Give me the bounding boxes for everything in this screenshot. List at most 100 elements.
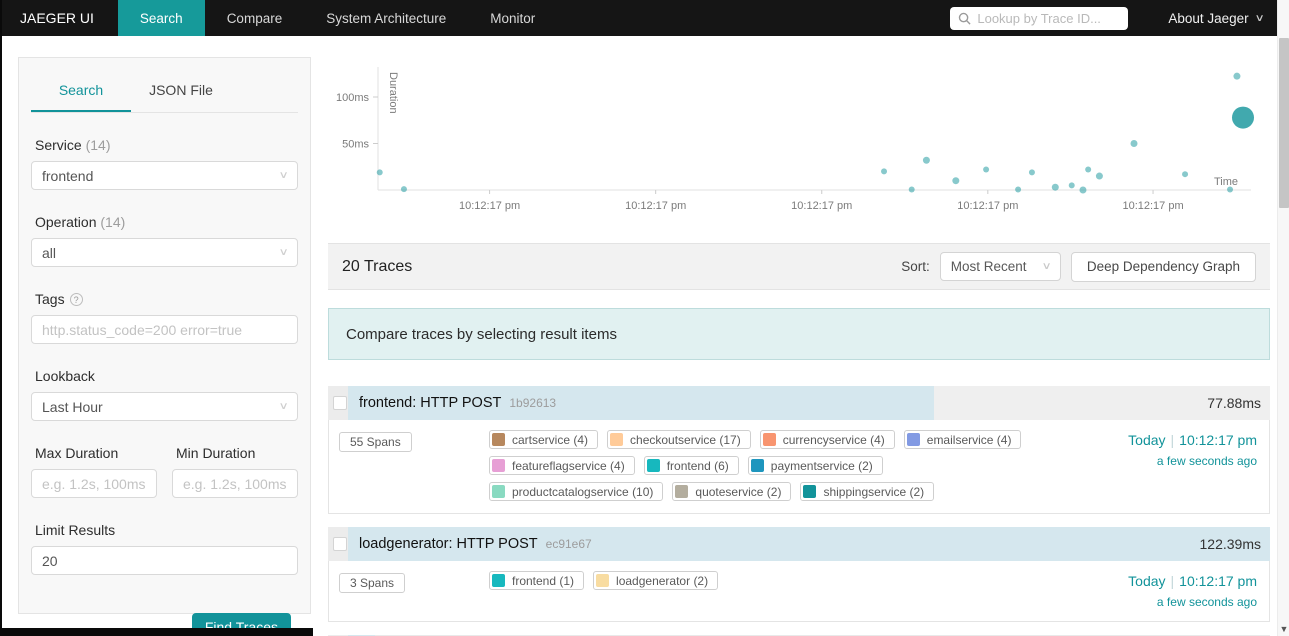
trace-header[interactable]: frontend: HTTP POST 1b92613 77.88ms: [328, 386, 1270, 420]
trace-id: 1b92613: [509, 396, 557, 410]
service-chip: quoteservice (2): [672, 482, 792, 501]
trace-time-link[interactable]: 10:12:17 pm: [1179, 432, 1257, 448]
trace-title: loadgenerator: HTTP POST ec91e67: [359, 527, 592, 561]
search-sidebar: Search JSON File Service (14) frontend ∨…: [18, 57, 311, 636]
scroll-down-arrow-icon[interactable]: ▼: [1278, 624, 1289, 634]
trace-select-checkbox[interactable]: [333, 537, 347, 551]
tab-search[interactable]: Search: [31, 72, 131, 112]
service-chip-label: shippingservice (2): [823, 484, 925, 499]
tags-input[interactable]: [42, 321, 287, 338]
max-duration-input[interactable]: [42, 475, 146, 492]
service-color-swatch: [596, 574, 610, 587]
trace-date-link[interactable]: Today: [1128, 573, 1165, 589]
service-chip: featureflagservice (4): [489, 456, 635, 475]
trace-scatter-point[interactable]: [908, 186, 915, 193]
trace-scatter-point[interactable]: [1130, 140, 1138, 147]
trace-scatter-point[interactable]: [1227, 186, 1234, 193]
service-chip-label: checkoutservice (17): [630, 432, 741, 447]
span-count-chip: 55 Spans: [339, 432, 412, 452]
window-frame-bottom: [0, 628, 313, 636]
operation-select[interactable]: all ∨: [31, 238, 298, 267]
service-color-swatch: [492, 459, 505, 472]
trace-header[interactable]: loadgenerator: HTTP POST ec91e67 122.39ms: [328, 527, 1270, 561]
trace-scatter-point[interactable]: [1232, 106, 1254, 129]
span-count-chip: 3 Spans: [339, 573, 406, 593]
scrollbar-thumb[interactable]: [1279, 38, 1289, 208]
nav-right: About Jaeger ∨: [950, 0, 1289, 36]
chevron-down-icon: ∨: [278, 401, 289, 412]
service-chip: checkoutservice (17): [607, 430, 751, 449]
chevron-down-icon: ∨: [278, 247, 289, 258]
trace-scatter-point[interactable]: [1095, 172, 1103, 180]
sort-label: Sort:: [901, 259, 930, 274]
service-color-swatch: [492, 433, 505, 446]
trace-date-col: Today | 10:12:17 pm a few seconds ago: [1128, 571, 1257, 609]
max-duration-field: [31, 469, 157, 498]
nav-item-compare[interactable]: Compare: [205, 0, 305, 36]
trace-date-link[interactable]: Today: [1128, 432, 1165, 448]
tags-label: Tags?: [35, 291, 298, 307]
scatter-plot-svg[interactable]: 100ms 50ms 10:12:17 pm 10:12:17 pm 10:12:17 …: [328, 55, 1270, 231]
compare-banner: Compare traces by selecting result items: [328, 308, 1270, 360]
trace-result-item[interactable]: loadgenerator: HTTP POST ec91e67 122.39ms 3…: [328, 527, 1270, 622]
app-brand[interactable]: JAEGER UI: [0, 0, 118, 36]
service-chip-area: frontend (1) loadgenerator (2): [489, 571, 1054, 609]
trace-scatter-point[interactable]: [922, 156, 930, 164]
service-color-swatch: [906, 433, 920, 446]
trace-scatter-point[interactable]: [1015, 186, 1022, 193]
service-chip-label: emailservice (4): [926, 432, 1012, 447]
lookback-select[interactable]: Last Hour ∨: [31, 392, 298, 421]
trace-scatter-point[interactable]: [1068, 182, 1075, 189]
trace-result-item[interactable]: frontend: HTTP POST 1b92613 77.88ms 55 Span…: [328, 386, 1270, 514]
trace-scatter-point[interactable]: [952, 177, 960, 185]
trace-body: 3 Spans frontend (1) loadgenerator (2) Toda…: [328, 561, 1270, 622]
trace-scatter-point[interactable]: [376, 169, 383, 176]
service-chip-label: frontend (6): [666, 458, 729, 473]
vertical-scrollbar[interactable]: ▼: [1277, 0, 1289, 636]
deep-dependency-graph-button[interactable]: Deep Dependency Graph: [1070, 251, 1256, 282]
trace-time-link[interactable]: 10:12:17 pm: [1179, 573, 1257, 589]
trace-relative-time: a few seconds ago: [1156, 595, 1257, 609]
operation-select-value: all: [42, 244, 57, 261]
trace-scatter-point[interactable]: [1051, 183, 1059, 191]
trace-scatter-point[interactable]: [1028, 169, 1035, 176]
trace-select-checkbox[interactable]: [333, 396, 347, 410]
trace-scatter-point[interactable]: [881, 168, 888, 175]
trace-scatter-point[interactable]: [1233, 72, 1241, 80]
trace-lookup-input[interactable]: [977, 10, 1121, 26]
trace-scatter-point[interactable]: [1182, 171, 1189, 178]
results-main: 100ms 50ms 10:12:17 pm 10:12:17 pm 10:12:17 …: [328, 55, 1270, 636]
tags-field: [31, 315, 298, 344]
nav-item-system-architecture[interactable]: System Architecture: [304, 0, 468, 36]
about-jaeger-menu[interactable]: About Jaeger ∨: [1168, 11, 1264, 26]
help-icon[interactable]: ?: [69, 293, 83, 306]
sidebar-tabs: Search JSON File: [31, 72, 298, 113]
trace-scatter-point[interactable]: [983, 166, 990, 173]
min-duration-input[interactable]: [183, 475, 287, 492]
service-chip-label: quoteservice (2): [695, 484, 782, 499]
service-chip-label: loadgenerator (2): [616, 573, 709, 588]
service-chip-label: productcatalogservice (10): [512, 484, 654, 499]
trace-scatter-point[interactable]: [400, 186, 407, 193]
svg-text:100ms: 100ms: [336, 92, 370, 104]
trace-result-list: frontend: HTTP POST 1b92613 77.88ms 55 Span…: [328, 386, 1270, 636]
svg-text:10:12:17 pm: 10:12:17 pm: [957, 200, 1018, 212]
trace-scatter-point[interactable]: [1085, 166, 1092, 173]
service-select[interactable]: frontend ∨: [31, 161, 298, 190]
trace-name: frontend: HTTP POST: [359, 395, 502, 411]
service-color-swatch: [675, 485, 689, 498]
results-header-bar: 20 Traces Sort: Most Recent ∨ Deep Depen…: [328, 243, 1270, 290]
svg-text:10:12:17 pm: 10:12:17 pm: [791, 200, 852, 212]
nav-item-search[interactable]: Search: [117, 0, 205, 36]
nav-item-monitor[interactable]: Monitor: [468, 0, 557, 36]
service-select-value: frontend: [42, 167, 94, 184]
service-color-swatch: [492, 574, 505, 587]
trace-relative-time: a few seconds ago: [1156, 454, 1257, 468]
sort-select[interactable]: Most Recent ∨: [939, 252, 1061, 281]
service-chip-label: cartservice (4): [512, 432, 589, 447]
limit-results-input[interactable]: [42, 552, 287, 569]
service-chip: emailservice (4): [903, 430, 1022, 449]
trace-scatter-point[interactable]: [1079, 186, 1087, 194]
service-chip-label: featureflagservice (4): [512, 458, 625, 473]
tab-json-file[interactable]: JSON File: [131, 72, 231, 112]
